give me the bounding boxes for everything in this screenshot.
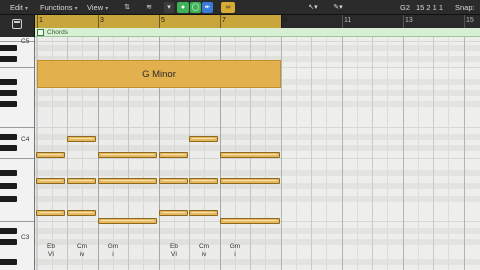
chord-symbol: Cm [76,243,88,250]
position-display: 15 2 1 1 [416,3,444,12]
chord-symbol: Cm [198,243,210,250]
chord-symbol: Eb [47,243,55,250]
chord-track-label: Chords [47,29,68,36]
chord-degree: iv [201,251,207,258]
chord-track[interactable]: Chords [35,28,480,37]
octave-label-c5: C5 [21,38,30,45]
chord-symbol: Gm [107,243,119,250]
midi-note[interactable] [98,218,157,224]
ruler-tick [37,15,38,28]
pitch-display: G2 [400,3,411,12]
midi-note[interactable] [67,210,96,216]
midi-out-icon[interactable]: ● [177,2,189,13]
ruler-bar-number: 3 [100,17,104,24]
view-menu[interactable]: View ▾ [87,2,108,13]
ruler-bar-number: 7 [222,17,226,24]
pencil-tool-icon[interactable]: ✎▾ [330,2,346,13]
key-divider [0,41,34,42]
chord-track-icon [37,29,44,36]
black-key[interactable] [0,79,17,85]
link-icon[interactable]: ∞ [221,2,235,13]
bar-ruler[interactable]: 1 3 5 7 9 11 13 15 [35,15,480,28]
collapse-icon[interactable]: ▾ [164,2,174,13]
note-grid[interactable]: G Minor Eb VI Cm iv Gm i Eb VI Cm iv Gm … [35,37,480,270]
editor-toolbar: Edit ▾ Functions ▾ View ▾ ⇅ ≋ ▾ ● ◯ ↞ ∞ … [0,0,480,15]
ruler-bar-number: 15 [466,17,474,24]
midi-note[interactable] [220,152,280,158]
midi-in-icon[interactable]: ⇅ [119,2,135,13]
ruler-tick [464,15,465,28]
edit-menu[interactable]: Edit ▾ [10,2,28,13]
ruler-tick [98,15,99,28]
cycle-region[interactable] [35,15,281,28]
chord-degree: VI [47,251,55,258]
black-key[interactable] [0,45,17,51]
midi-note[interactable] [36,178,65,184]
midi-note[interactable] [36,210,65,216]
midi-note[interactable] [159,152,188,158]
chord-symbol: Eb [170,243,178,250]
ruler-bar-number: 9 [283,17,287,24]
black-key[interactable] [0,145,17,151]
black-key[interactable] [0,239,17,245]
midi-note[interactable] [189,178,218,184]
chord-degree: i [112,251,114,258]
chevron-down-icon: ▾ [74,6,78,12]
ruler-bar-number: 13 [405,17,413,24]
ruler-tick [403,15,404,28]
editor-corner [0,15,35,37]
chord-degree: iv [79,251,85,258]
audition-icon[interactable]: ◯ [190,2,201,13]
chevron-down-icon: ▾ [105,6,109,12]
midi-note[interactable] [189,136,218,142]
black-key[interactable] [0,259,17,265]
ruler-tick [220,15,221,28]
midi-note[interactable] [159,210,188,216]
piano-roll-icon[interactable] [12,19,22,29]
black-key[interactable] [0,101,17,107]
midi-note[interactable] [159,178,188,184]
black-key[interactable] [0,56,17,62]
black-key[interactable] [0,170,17,176]
midi-note[interactable] [220,218,280,224]
midi-note[interactable] [67,178,96,184]
midi-note[interactable] [67,136,96,142]
midi-note[interactable] [98,178,157,184]
octave-label-c4: C4 [21,136,30,143]
region-end-shade [281,37,480,270]
midi-note[interactable] [189,210,218,216]
chord-region[interactable]: G Minor [37,60,281,88]
quantize-icon[interactable]: ≋ [141,2,157,13]
pointer-tool-icon[interactable]: ↖▾ [305,2,321,13]
key-divider [0,67,34,68]
octave-label-c3: C3 [21,234,30,241]
chord-degree: VI [170,251,178,258]
midi-note[interactable] [36,152,65,158]
piano-roll-editor: Edit ▾ Functions ▾ View ▾ ⇅ ≋ ▾ ● ◯ ↞ ∞ … [0,0,480,270]
ruler-bar-number: 11 [344,17,352,24]
snap-label[interactable]: Snap: [455,2,475,13]
chevron-down-icon: ▾ [25,6,29,12]
key-divider [0,158,34,159]
black-key[interactable] [0,196,17,202]
catch-icon[interactable]: ↞ [202,2,213,13]
piano-keyboard[interactable]: C5 C4 C3 [0,37,35,270]
key-divider [0,221,34,222]
chord-degree: i [234,251,236,258]
ruler-tick [159,15,160,28]
ruler-bar-number: 1 [39,17,43,24]
midi-note[interactable] [98,152,157,158]
ruler-bar-number: 5 [161,17,165,24]
ruler-tick [342,15,343,28]
black-key[interactable] [0,183,17,189]
functions-menu[interactable]: Functions ▾ [40,2,78,13]
midi-note[interactable] [220,178,280,184]
ruler-tick [281,15,282,28]
black-key[interactable] [0,228,17,234]
black-key[interactable] [0,90,17,96]
key-divider [0,127,34,128]
black-key[interactable] [0,134,17,140]
chord-region-label: G Minor [142,69,176,80]
chord-symbol: Gm [229,243,241,250]
